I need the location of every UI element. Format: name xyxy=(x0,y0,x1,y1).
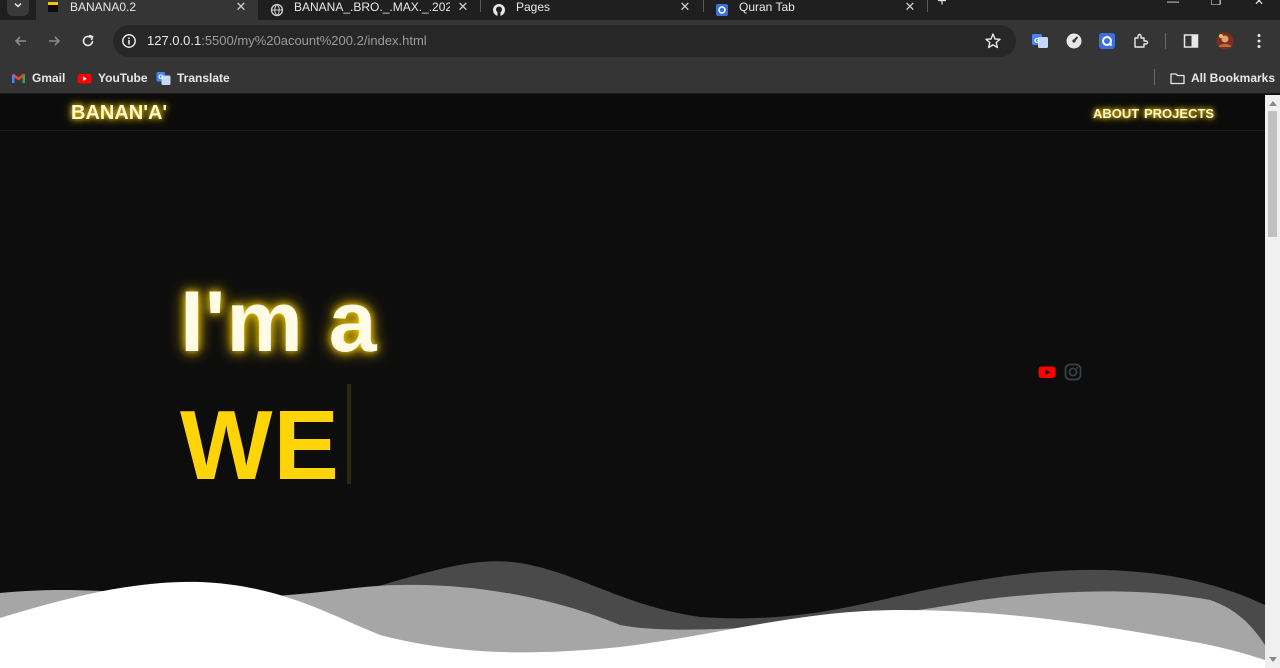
scroll-down-arrow[interactable] xyxy=(1269,657,1277,662)
profile-avatar[interactable] xyxy=(1215,31,1235,51)
bookmark-star-icon[interactable] xyxy=(984,32,1002,50)
gmail-icon xyxy=(12,73,25,83)
scroll-thumb[interactable] xyxy=(1268,111,1277,237)
close-window-button[interactable]: ✕ xyxy=(1249,0,1269,10)
tab-separator xyxy=(927,0,928,12)
tab-strip: BANANA0.2 ✕ BANANA_.BRO._.MAX._.2024. ✕ … xyxy=(0,0,1280,20)
svg-text:G: G xyxy=(1034,37,1040,45)
browser-toolbar: 127.0.0.1:5500/my%20acount%200.2/index.h… xyxy=(0,20,1280,62)
reload-icon xyxy=(82,34,94,47)
hero-typed-text: WE xyxy=(180,390,340,500)
url-path: :5500/my%20acount%200.2/index.html xyxy=(201,33,427,48)
kebab-menu-icon xyxy=(1257,34,1261,48)
github-icon xyxy=(493,4,505,16)
bookmarks-bar: Gmail YouTube G Translate All Bookmarks xyxy=(0,62,1280,94)
folder-icon xyxy=(1170,72,1185,84)
close-icon[interactable]: ✕ xyxy=(234,0,248,14)
translate-icon: G xyxy=(156,71,171,85)
all-bookmarks-button[interactable]: All Bookmarks xyxy=(1170,69,1275,87)
browser-menu-button[interactable] xyxy=(1249,31,1269,51)
bookmarks-separator xyxy=(1154,69,1155,85)
tab-title: BANANA_.BRO._.MAX._.2024. xyxy=(294,0,450,14)
tab-banana-bro[interactable]: BANANA_.BRO._.MAX._.2024. ✕ xyxy=(260,0,480,20)
close-icon[interactable]: ✕ xyxy=(456,0,470,14)
restore-button[interactable]: ❐ xyxy=(1206,0,1226,10)
svg-text:G: G xyxy=(158,74,163,81)
translate-icon: G xyxy=(1032,34,1048,48)
extensions-button[interactable] xyxy=(1131,31,1151,51)
tab-separator xyxy=(703,0,704,12)
arrow-right-icon xyxy=(49,36,61,46)
youtube-icon xyxy=(77,73,92,83)
site-header: BANAN'A' ABOUT PROJECTS xyxy=(0,95,1265,131)
bookmark-label: YouTube xyxy=(98,71,148,85)
back-button[interactable] xyxy=(10,30,32,52)
bookmark-gmail[interactable]: Gmail xyxy=(11,69,65,87)
forward-button[interactable] xyxy=(43,30,65,52)
youtube-icon xyxy=(1038,366,1056,378)
speed-extension[interactable] xyxy=(1064,31,1084,51)
side-panel-button[interactable] xyxy=(1181,31,1201,51)
new-tab-button[interactable]: + xyxy=(934,0,950,10)
decorative-waves xyxy=(0,561,1265,668)
toolbar-separator xyxy=(1165,33,1166,49)
tab-title: Quran Tab xyxy=(739,0,795,14)
page-viewport: BANAN'A' ABOUT PROJECTS I'm a WE xyxy=(0,95,1265,668)
address-bar[interactable]: 127.0.0.1:5500/my%20acount%200.2/index.h… xyxy=(113,25,1016,57)
url-text[interactable]: 127.0.0.1:5500/my%20acount%200.2/index.h… xyxy=(147,33,427,48)
typing-caret xyxy=(347,384,351,484)
bookmark-label: Gmail xyxy=(32,71,66,85)
globe-icon xyxy=(270,3,284,17)
quran-tab-extension[interactable] xyxy=(1097,31,1117,51)
tab-banana[interactable]: BANANA0.2 ✕ xyxy=(36,0,258,20)
site-logo[interactable]: BANAN'A' xyxy=(71,102,167,125)
chevron-down-icon xyxy=(14,2,22,8)
url-host: 127.0.0.1 xyxy=(147,33,202,48)
scroll-up-arrow[interactable] xyxy=(1269,101,1277,106)
tab-title: Pages xyxy=(516,0,551,14)
bookmark-translate[interactable]: G Translate xyxy=(156,69,230,87)
instagram-icon xyxy=(1064,363,1082,381)
youtube-social-link[interactable] xyxy=(1038,363,1056,381)
tab-search-button[interactable] xyxy=(7,0,29,16)
minimize-button[interactable]: — xyxy=(1163,0,1183,10)
bookmark-label: Translate xyxy=(177,71,230,85)
tab-title: BANANA0.2 xyxy=(70,0,137,14)
avatar-icon xyxy=(1216,32,1234,50)
bookmark-youtube[interactable]: YouTube xyxy=(77,69,148,87)
page-scrollbar[interactable] xyxy=(1265,95,1280,668)
quran-tab-icon xyxy=(716,4,728,16)
quran-tab-icon xyxy=(1099,33,1115,49)
tab-quran[interactable]: Quran Tab ✕ xyxy=(705,0,927,20)
google-translate-extension[interactable]: G xyxy=(1030,31,1050,51)
all-bookmarks-label: All Bookmarks xyxy=(1191,71,1276,85)
gauge-icon xyxy=(1066,33,1082,49)
favicon-icon xyxy=(48,2,58,12)
arrow-left-icon xyxy=(14,36,26,46)
side-panel-icon xyxy=(1183,34,1199,48)
tab-pages[interactable]: Pages ✕ xyxy=(482,0,702,20)
tab-separator xyxy=(480,0,481,12)
hero-intro-text: I'm a xyxy=(180,274,378,370)
close-icon[interactable]: ✕ xyxy=(903,0,917,14)
puzzle-icon xyxy=(1134,33,1149,48)
instagram-social-link[interactable] xyxy=(1064,363,1082,381)
nav-link-projects[interactable]: PROJECTS xyxy=(1144,106,1214,121)
nav-link-about[interactable]: ABOUT xyxy=(1093,106,1139,121)
reload-button[interactable] xyxy=(77,30,99,52)
site-info-icon[interactable] xyxy=(121,33,137,49)
close-icon[interactable]: ✕ xyxy=(678,0,692,14)
